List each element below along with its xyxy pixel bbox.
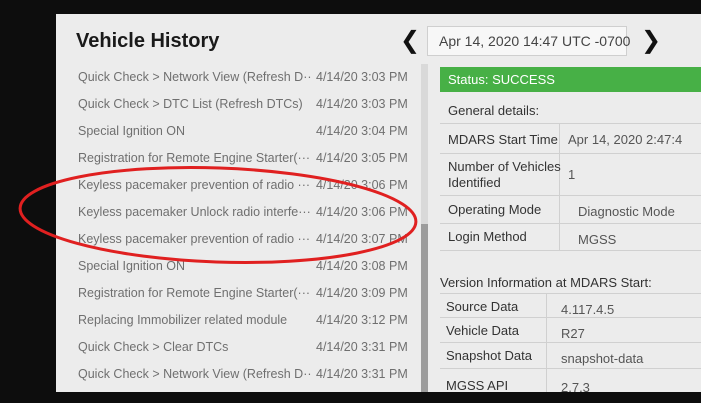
date-display: Apr 14, 2020 14:47 UTC -0700 (427, 26, 630, 56)
history-row[interactable]: Keyless pacemaker prevention of radio ··… (56, 232, 425, 255)
login-method-label: Login Method (448, 229, 527, 244)
history-description: Replacing Immobilizer related module (78, 313, 288, 327)
history-description: Quick Check > Clear DTCs (78, 340, 229, 354)
history-time: 4/14/20 3:05 PM (316, 151, 408, 165)
source-data-label: Source Data (446, 299, 519, 314)
mdars-start-time-label: MDARS Start Time (448, 132, 558, 147)
vehicles-identified-label-line2: Identified (448, 175, 501, 190)
snapshot-data-label: Snapshot Data (446, 348, 533, 363)
next-date-button[interactable]: ❯ (641, 26, 661, 56)
history-time: 4/14/20 3:07 PM (316, 232, 408, 246)
source-data-value: 4.117.4.5 (561, 302, 615, 317)
history-time: 4/14/20 3:12 PM (316, 313, 408, 327)
history-time: 4/14/20 3:03 PM (316, 97, 408, 111)
login-method-value: MGSS (578, 232, 617, 247)
divider (440, 342, 701, 343)
divider (440, 293, 701, 294)
history-description: Quick Check > Network View (Refresh D··· (78, 70, 313, 84)
history-time: 4/14/20 3:03 PM (316, 70, 408, 84)
history-description: Quick Check > DTC List (Refresh DTCs) (78, 97, 303, 111)
divider (440, 368, 701, 369)
snapshot-data-value: snapshot-data (561, 351, 644, 366)
history-row[interactable]: Replacing Immobilizer related module 4/1… (56, 313, 425, 336)
divider (440, 195, 701, 196)
history-time: 4/14/20 3:09 PM (316, 286, 408, 300)
divider (440, 250, 701, 251)
vehicles-identified-value: 1 (568, 167, 576, 182)
vehicles-identified-label: Number of Vehicles (448, 159, 561, 174)
history-row[interactable]: Special Ignition ON 4/14/20 3:08 PM (56, 259, 425, 282)
history-description: Registration for Remote Engine Starter(·… (78, 151, 311, 165)
history-description: Keyless pacemaker Unlock radio interfe··… (78, 205, 311, 219)
divider (546, 294, 547, 392)
operating-mode-label: Operating Mode (448, 202, 542, 217)
history-row[interactable]: Special Ignition ON 4/14/20 3:04 PM (56, 124, 425, 147)
screen: Vehicle History ❮ Apr 14, 2020 14:47 UTC… (56, 14, 701, 392)
history-time: 4/14/20 3:31 PM (316, 367, 408, 381)
mdars-start-time-value: Apr 14, 2020 2:47:4 (568, 132, 683, 147)
page-title: Vehicle History (76, 30, 220, 52)
history-time: 4/14/20 3:06 PM (316, 205, 408, 219)
history-row[interactable]: Registration for Remote Engine Starter(·… (56, 286, 425, 309)
divider (440, 317, 701, 318)
history-time: 4/14/20 3:06 PM (316, 178, 408, 192)
vehicle-data-label: Vehicle Data (446, 323, 519, 338)
divider (440, 153, 701, 154)
history-list: Quick Check > Network View (Refresh D···… (56, 59, 425, 392)
divider (440, 223, 701, 224)
mgss-api-label: MGSS API (446, 378, 509, 392)
general-details-heading: General details: (448, 103, 540, 118)
history-description: Keyless pacemaker prevention of radio ··… (78, 232, 311, 246)
history-description: Registration for Remote Engine Starter(·… (78, 286, 311, 300)
history-description: Quick Check > Network View (Refresh D··· (78, 367, 313, 381)
history-time: 4/14/20 3:08 PM (316, 259, 408, 273)
history-row[interactable]: Keyless pacemaker prevention of radio ··… (56, 178, 425, 201)
divider (440, 123, 701, 124)
history-row[interactable]: Quick Check > Clear DTCs 4/14/20 3:31 PM (56, 340, 425, 363)
previous-date-button[interactable]: ❮ (400, 26, 420, 56)
history-time: 4/14/20 3:04 PM (316, 124, 408, 138)
version-information-heading: Version Information at MDARS Start: (440, 275, 652, 290)
history-time: 4/14/20 3:31 PM (316, 340, 408, 354)
history-description: Special Ignition ON (78, 259, 186, 273)
history-row[interactable]: Quick Check > Network View (Refresh D···… (56, 367, 425, 390)
operating-mode-value: Diagnostic Mode (578, 204, 675, 219)
history-row[interactable]: Quick Check > DTC List (Refresh DTCs) 4/… (56, 97, 425, 120)
history-row[interactable]: Registration for Remote Engine Starter(·… (56, 151, 425, 174)
history-description: Special Ignition ON (78, 124, 186, 138)
history-row[interactable]: Keyless pacemaker Unlock radio interfe··… (56, 205, 425, 228)
status-banner: Status: SUCCESS (440, 67, 701, 92)
vehicle-data-value: R27 (561, 326, 585, 341)
mgss-api-value: 2.7.3 (561, 380, 590, 392)
history-scrollbar-thumb[interactable] (421, 224, 428, 392)
divider (559, 124, 560, 250)
history-row[interactable]: Quick Check > Network View (Refresh D···… (56, 70, 425, 93)
history-description: Keyless pacemaker prevention of radio ··… (78, 178, 311, 192)
